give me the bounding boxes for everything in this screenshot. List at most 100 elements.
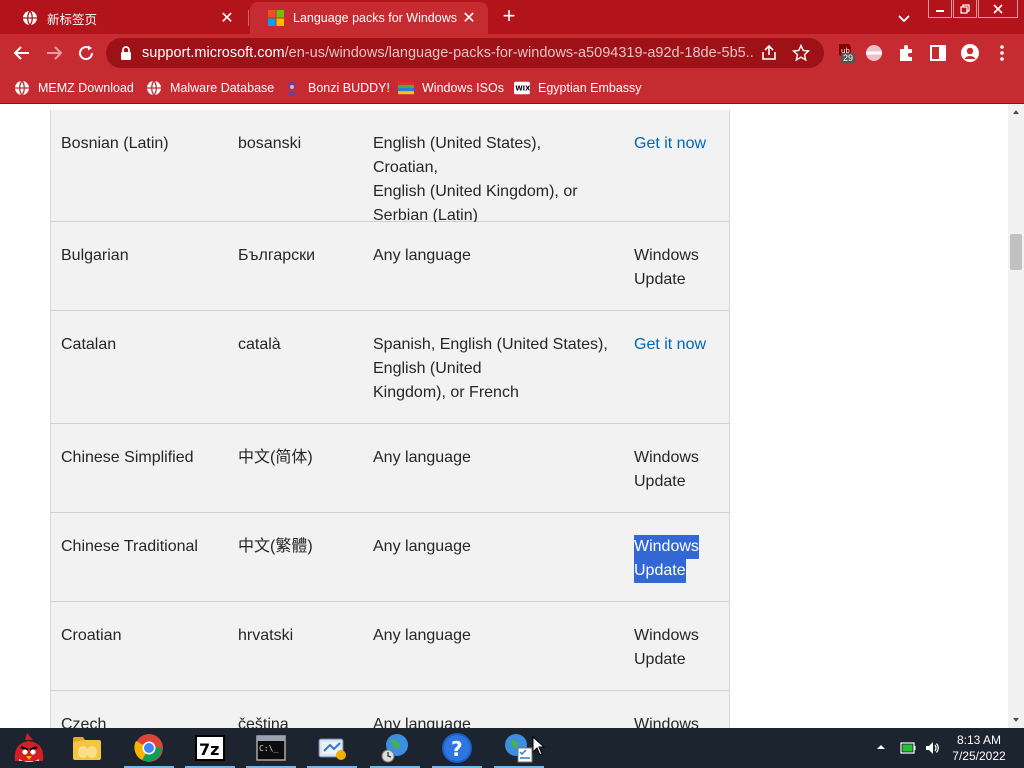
base-language: Any language [373, 713, 609, 728]
base-language-line: Any language [373, 716, 471, 728]
clock-time: 8:13 AM [956, 733, 1002, 747]
language-name: Bosnian (Latin) [61, 135, 169, 152]
availability[interactable]: Get it now [634, 132, 720, 156]
availability-line: Windows [634, 535, 699, 559]
bookmark-egyptian-embassy[interactable]: WIX Egyptian Embassy [514, 78, 642, 98]
scroll-down-arrow-icon[interactable] [1008, 712, 1024, 728]
globe-icon [22, 10, 38, 26]
language-packs-table: Bosnian (Latin) bosanski English (United S… [50, 110, 730, 728]
bookmark-malware-database[interactable]: Malware Database [146, 78, 274, 98]
command-prompt-icon[interactable]: C:\_ [242, 728, 300, 768]
tab-title: Language packs for Windows [293, 11, 457, 25]
close-tab-icon[interactable]: ✕ [218, 9, 236, 27]
side-panel-icon[interactable] [928, 43, 948, 63]
close-window-button[interactable] [978, 0, 1018, 18]
base-language-line: English (United [373, 360, 482, 377]
native-name: català [238, 336, 281, 353]
tab-divider [248, 10, 249, 26]
base-language-line: Any language [373, 538, 471, 555]
show-hidden-icons-chevron-icon[interactable] [874, 740, 888, 754]
base-language-line: English (United States), Croatian, [373, 135, 542, 176]
svg-text:7z: 7z [199, 740, 219, 759]
taskbar: 7z C:\_ ? 8:13 AM 7/25/2022 [0, 728, 1024, 768]
browser-toolbar: support.microsoft.com/en-us/windows/lang… [0, 34, 1024, 72]
tab-new-tab[interactable]: 新标签页 ✕ [4, 2, 246, 34]
extensions-puzzle-icon[interactable] [896, 43, 916, 63]
extension-badge: 29 [841, 53, 856, 63]
svg-text:WIX: WIX [515, 85, 530, 93]
bonzi-icon [284, 80, 300, 96]
new-tab-button[interactable]: + [498, 5, 520, 28]
table-row: Catalan català Spanish, English (United St… [51, 311, 729, 424]
network-globe-icon[interactable] [366, 728, 424, 768]
scroll-up-arrow-icon[interactable] [1008, 104, 1024, 120]
clock-date: 7/25/2022 [952, 749, 1006, 763]
availability-line: Update [634, 559, 686, 583]
availability-line: Windows [634, 627, 699, 644]
table-row: Bulgarian Български Any language Windows Upd… [51, 222, 729, 311]
native-name: hrvatski [238, 627, 294, 644]
close-tab-icon[interactable]: ✕ [460, 9, 478, 27]
vertical-scrollbar[interactable] [1008, 104, 1024, 728]
browser-chrome: 新标签页 ✕ Language packs for Windows ✕ + su… [0, 0, 1024, 104]
availability: Windows Update [634, 624, 720, 672]
url-host: support.microsoft.com [142, 45, 285, 61]
base-language: Any language [373, 624, 609, 648]
get-it-now-link[interactable]: Get it now [634, 333, 720, 357]
address-bar[interactable]: support.microsoft.com/en-us/windows/lang… [106, 38, 824, 68]
tab-language-packs[interactable]: Language packs for Windows ✕ [250, 2, 488, 34]
ublock-extension-icon[interactable]: ub 29 [836, 43, 856, 63]
table-row: Bosnian (Latin) bosanski English (United S… [51, 110, 729, 224]
battery-icon[interactable] [900, 740, 916, 756]
profile-avatar-icon[interactable] [960, 43, 980, 63]
bookmark-windows-isos[interactable]: Windows ISOs [398, 78, 504, 98]
bookmark-label: MEMZ Download [38, 81, 134, 95]
lock-icon[interactable] [118, 45, 134, 61]
table-row: Chinese Traditional 中文(繁體) Any language Win… [51, 513, 729, 602]
windows-flag-icon [398, 80, 414, 96]
table-row: Czech čeština Any language Windows [51, 691, 729, 728]
circle-extension-icon[interactable] [864, 43, 884, 63]
base-language-line: Any language [373, 449, 471, 466]
get-it-now-link[interactable]: Get it now [634, 132, 720, 156]
bookmark-memz-download[interactable]: MEMZ Download [14, 78, 134, 98]
url-text: support.microsoft.com/en-us/windows/lang… [142, 45, 754, 61]
reload-icon[interactable] [72, 39, 100, 67]
native-name: 中文(简体) [238, 449, 313, 466]
help-icon[interactable]: ? [428, 728, 486, 768]
forward-arrow-icon[interactable] [40, 39, 68, 67]
availability[interactable]: Get it now [634, 333, 720, 357]
tab-title: 新标签页 [47, 12, 98, 27]
tab-search-chevron-icon[interactable] [894, 8, 914, 28]
base-language-line: Spanish, English (United States), [373, 336, 608, 353]
bookmark-bonzi-buddy[interactable]: Bonzi BUDDY! [284, 78, 390, 98]
language-name: Chinese Simplified [61, 449, 194, 466]
back-arrow-icon[interactable] [8, 39, 36, 67]
base-language-line: Kingdom), or French [373, 384, 519, 401]
native-name: 中文(繁體) [238, 538, 313, 555]
bookmarks-bar: MEMZ Download Malware Database Bonzi BUD… [0, 72, 1024, 104]
bookmark-label: Malware Database [170, 81, 275, 95]
angry-birds-icon[interactable] [0, 728, 58, 768]
file-explorer-icon[interactable] [58, 728, 116, 768]
menu-kebab-icon[interactable] [992, 43, 1012, 63]
availability-line: Update [634, 473, 686, 490]
taskbar-clock[interactable]: 8:13 AM 7/25/2022 [938, 732, 1020, 764]
language-name: Bulgarian [61, 247, 129, 264]
restore-window-button[interactable] [953, 0, 977, 18]
bookmark-star-icon[interactable] [791, 43, 811, 62]
availability: Windows Update [634, 446, 720, 494]
base-language-line: Any language [373, 247, 471, 264]
table-row: Croatian hrvatski Any language Windows Updat… [51, 602, 729, 691]
chrome-icon[interactable] [120, 728, 178, 768]
native-name: čeština [238, 716, 289, 728]
availability-line: Windows [634, 247, 699, 264]
svg-text:C:\_: C:\_ [259, 744, 278, 753]
control-panel-icon[interactable] [303, 728, 361, 768]
share-icon[interactable] [760, 44, 778, 62]
minimize-window-button[interactable] [928, 0, 952, 18]
7zip-icon[interactable]: 7z [181, 728, 239, 768]
bookmark-label: Windows ISOs [422, 81, 504, 95]
bookmark-label: Egyptian Embassy [538, 81, 642, 95]
scrollbar-thumb[interactable] [1010, 234, 1022, 270]
